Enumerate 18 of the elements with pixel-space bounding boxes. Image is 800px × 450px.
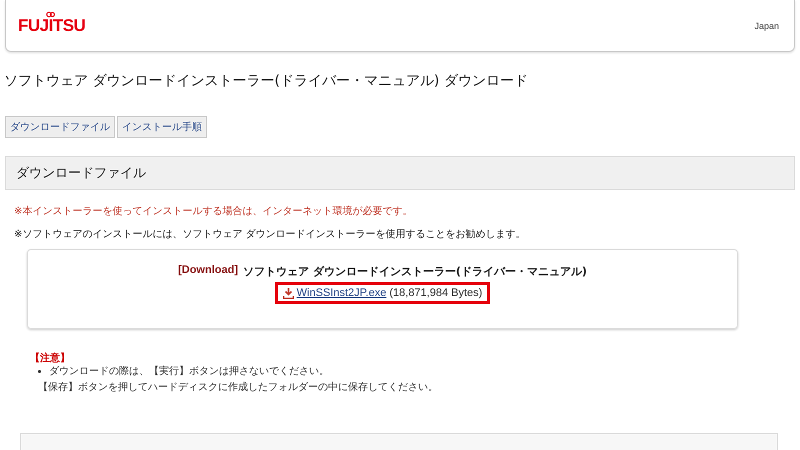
section-heading: ダウンロードファイル — [16, 165, 146, 182]
logo[interactable]: FUJITSU — [18, 16, 86, 36]
tab[interactable]: インストール手順 — [117, 116, 207, 138]
file-link[interactable]: WinSSInst2JP.exe — [296, 287, 386, 299]
caution-text: 【保存】ボタンを押してハードディスクに作成したフォルダーの中に保存してください。 — [38, 381, 438, 395]
notice-text: ※ソフトウェアのインストールには、ソフトウェア ダウンロードインストーラーを使用することをお勧めします。 — [14, 228, 527, 241]
caution-text: ダウンロードの際は、【実行】ボタンは押さないでください。 — [49, 365, 330, 379]
bullet-icon — [38, 370, 41, 373]
download-tag: [Download] — [178, 264, 238, 279]
download-icon — [282, 288, 294, 298]
download-title: ソフトウェア ダウンロードインストーラー(ドライバー・マニュアル) — [243, 264, 587, 279]
page-title: ソフトウェア ダウンロードインストーラー(ドライバー・マニュアル) ダウンロード — [4, 72, 529, 90]
caution-heading: 【注意】 — [30, 351, 71, 365]
tab[interactable]: ダウンロードファイル — [5, 116, 115, 138]
file-size: (18,871,984 Bytes) — [389, 287, 482, 299]
region-link[interactable]: Japan — [754, 20, 779, 30]
notice-text: ※本インストーラーを使ってインストールする場合は、インターネット環境が必要です。 — [14, 204, 414, 218]
logo-mark-icon — [46, 10, 55, 18]
